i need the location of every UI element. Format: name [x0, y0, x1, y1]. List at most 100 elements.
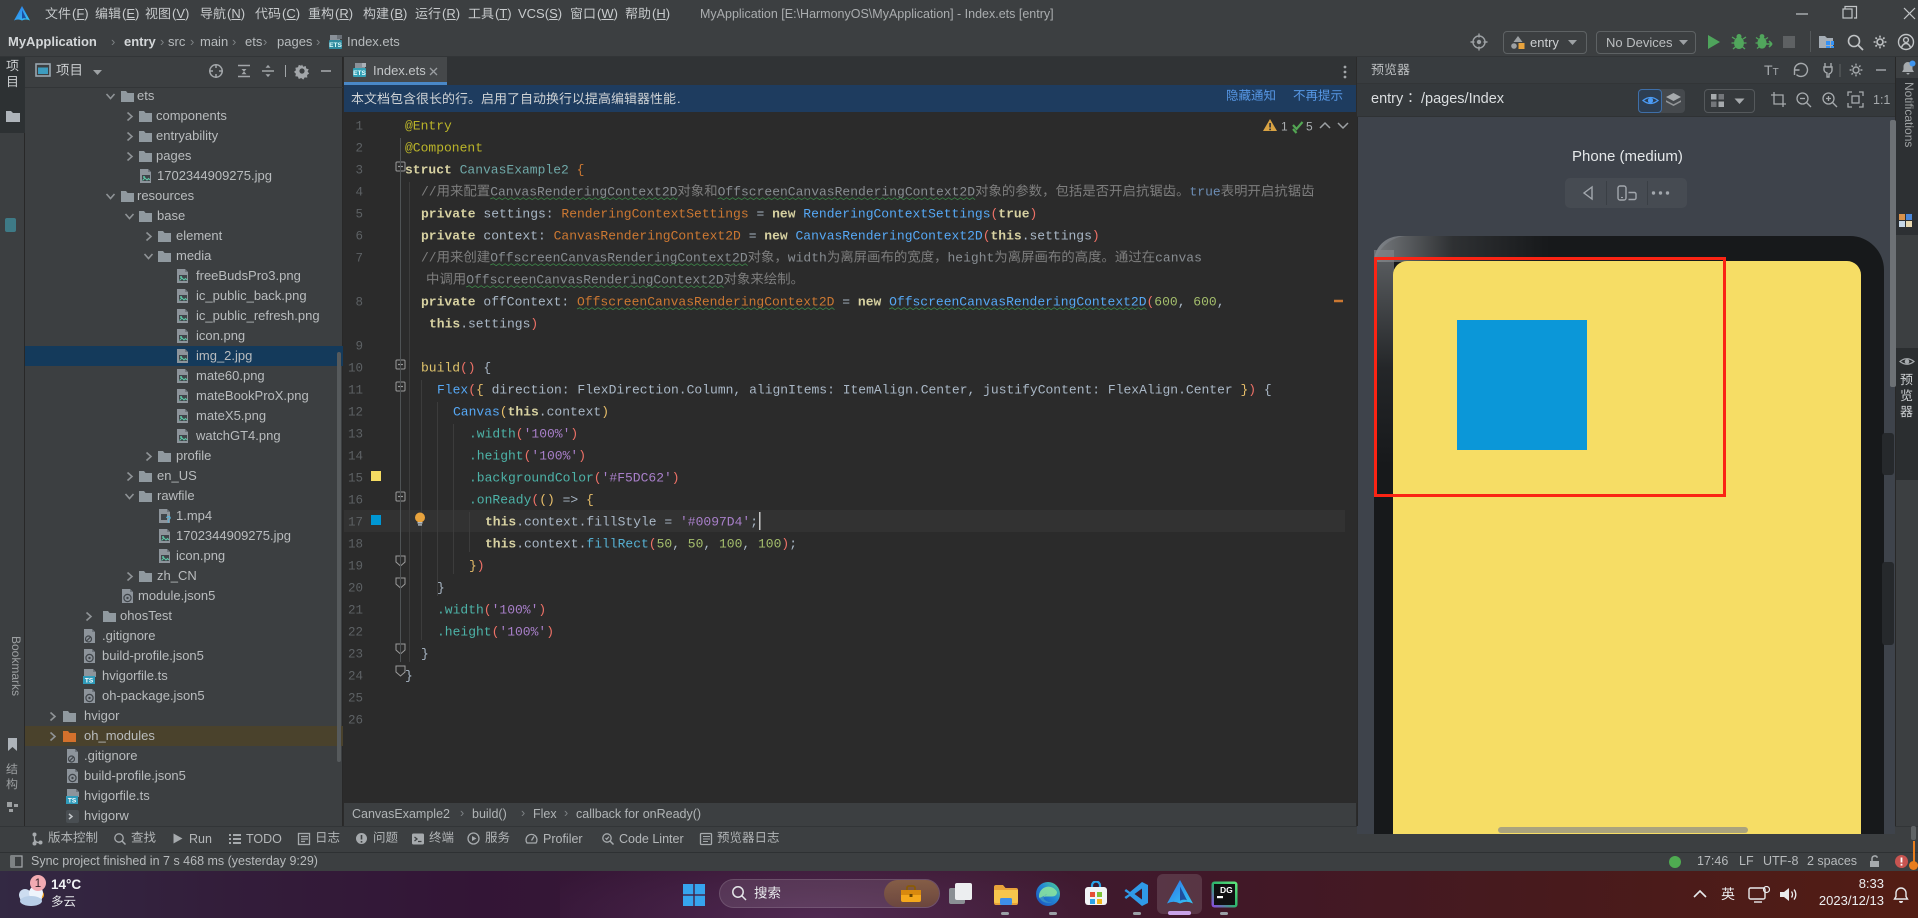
svg-text:TS: TS: [68, 798, 77, 805]
svg-text:struct: struct: [405, 163, 460, 178]
svg-text:5: 5: [355, 208, 363, 222]
svg-text:(: (: [991, 207, 999, 222]
svg-text:=>: =>: [555, 493, 586, 508]
svg-text:): ): [1248, 383, 1256, 398]
svg-text:.width: .width: [437, 603, 484, 618]
svg-text:height: height: [948, 251, 995, 266]
svg-text:=: =: [664, 515, 680, 530]
svg-text:,: ,: [1178, 295, 1194, 310]
svg-text:.height: .height: [437, 625, 492, 640]
svg-text:offContext:: offContext:: [483, 295, 577, 310]
svg-text:(: (: [983, 229, 991, 244]
svg-text:,: ,: [733, 383, 749, 398]
svg-text:24: 24: [348, 670, 363, 684]
svg-text:TS: TS: [85, 678, 94, 685]
svg-text:): ): [530, 317, 538, 332]
svg-text:,: ,: [703, 537, 719, 552]
svg-text:}: }: [469, 559, 477, 574]
svg-text:21: 21: [348, 604, 363, 618]
svg-text:22: 22: [348, 626, 363, 640]
svg-text:.context: .context: [539, 405, 601, 420]
svg-text:(: (: [594, 471, 602, 486]
svg-text:,: ,: [1217, 295, 1225, 310]
svg-text:(: (: [492, 625, 500, 640]
svg-text:7: 7: [355, 252, 363, 266]
svg-text:10: 10: [348, 362, 363, 376]
svg-text:1: 1: [35, 878, 41, 890]
svg-text:=: =: [757, 207, 773, 222]
svg-text:100: 100: [758, 537, 781, 552]
svg-text:true: true: [998, 207, 1029, 222]
svg-text:Canvas: Canvas: [453, 405, 500, 420]
svg-text:12: 12: [348, 406, 363, 420]
svg-text:.settings: .settings: [460, 317, 530, 332]
svg-text:25: 25: [348, 692, 363, 706]
svg-text:true: true: [1190, 185, 1221, 200]
svg-text:): ): [1092, 229, 1100, 244]
svg-text:new: new: [772, 207, 803, 222]
svg-text:RenderingContextSettings: RenderingContextSettings: [561, 207, 756, 222]
svg-text:private: private: [421, 207, 483, 222]
svg-text:=: =: [835, 295, 858, 310]
svg-text:@Component: @Component: [405, 141, 483, 156]
svg-text:17: 17: [348, 516, 363, 530]
svg-text:1: 1: [1281, 120, 1288, 134]
svg-text:context:: context:: [483, 229, 553, 244]
svg-text:justifyContent:: justifyContent:: [983, 383, 1108, 398]
svg-text:(: (: [1147, 295, 1155, 310]
svg-text:600: 600: [1154, 295, 1177, 310]
svg-text:(): (): [539, 493, 555, 508]
svg-text:5: 5: [1306, 120, 1313, 134]
svg-text:@Entry: @Entry: [405, 119, 452, 134]
svg-text:23: 23: [348, 648, 363, 662]
svg-text:build: build: [421, 361, 460, 376]
svg-text:CanvasRenderingContext2D: CanvasRenderingContext2D: [796, 229, 983, 244]
svg-text:11: 11: [348, 384, 363, 398]
svg-text:.: .: [677, 91, 681, 106]
svg-text:(: (: [468, 383, 476, 398]
svg-text:): ): [570, 427, 578, 442]
svg-text:'#F5DC62': '#F5DC62': [602, 471, 672, 486]
svg-text:ItemAlign.Center: ItemAlign.Center: [843, 383, 968, 398]
svg-text:.onReady: .onReady: [469, 493, 532, 508]
svg-text:CanvasExample2: CanvasExample2: [460, 163, 577, 178]
svg-text:this: this: [429, 317, 460, 332]
svg-text:alignItems:: alignItems:: [749, 383, 843, 398]
svg-text:DG: DG: [1220, 885, 1233, 895]
svg-text:;: ;: [750, 515, 758, 530]
svg-text:13: 13: [348, 428, 363, 442]
svg-text:.height: .height: [469, 449, 524, 464]
svg-text:100: 100: [719, 537, 742, 552]
svg-text:'100%': '100%': [492, 603, 539, 618]
svg-text:CanvasRenderingContext2D: CanvasRenderingContext2D: [554, 229, 749, 244]
svg-text:Flex: Flex: [437, 383, 468, 398]
svg-text:26: 26: [348, 714, 363, 728]
svg-text:,: ,: [968, 383, 984, 398]
svg-text://: //: [421, 185, 437, 200]
svg-text:fillRect: fillRect: [586, 537, 648, 552]
svg-text:50: 50: [688, 537, 704, 552]
svg-text:{: {: [476, 361, 492, 376]
svg-text:{: {: [577, 163, 585, 178]
svg-text:this: this: [991, 229, 1022, 244]
svg-text:6: 6: [355, 230, 363, 244]
svg-text:,: ,: [672, 537, 688, 552]
svg-text:{: {: [476, 383, 492, 398]
svg-text:RenderingContextSettings: RenderingContextSettings: [803, 207, 990, 222]
svg-text:{: {: [1256, 383, 1272, 398]
svg-text:600: 600: [1193, 295, 1216, 310]
svg-text:(: (: [516, 427, 524, 442]
svg-text:): ): [1030, 207, 1038, 222]
svg-text:18: 18: [348, 538, 363, 552]
svg-text:1: 1: [355, 120, 363, 134]
svg-text:(: (: [531, 493, 539, 508]
svg-text:4: 4: [355, 186, 363, 200]
svg-text:new: new: [858, 295, 889, 310]
svg-text:;: ;: [789, 537, 797, 552]
svg-text:private: private: [421, 229, 483, 244]
svg-text:): ): [601, 405, 609, 420]
svg-text:(: (: [500, 405, 508, 420]
svg-text:.settings: .settings: [1022, 229, 1092, 244]
svg-text:20: 20: [348, 582, 363, 596]
svg-text:(): (): [460, 361, 476, 376]
